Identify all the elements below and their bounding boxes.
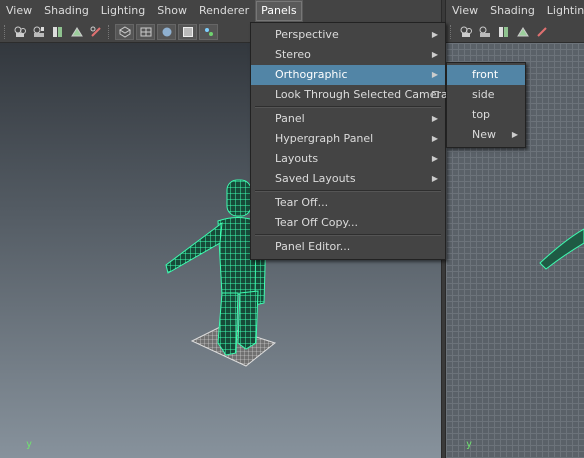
- menu-view[interactable]: View: [0, 0, 38, 22]
- submenu-arrow-icon: ▶: [431, 134, 438, 143]
- menu-item-tear-off[interactable]: Tear Off...: [251, 193, 445, 213]
- menu-item-look-through-selected-camera[interactable]: Look Through Selected Camera: [251, 85, 448, 105]
- menu-item-saved-layouts[interactable]: Saved Layouts ▶: [251, 169, 445, 189]
- menu-item-label: front: [472, 68, 499, 81]
- axis-y-label: y: [26, 439, 33, 450]
- menu-item-label: Orthographic: [275, 68, 348, 81]
- grease-pencil-icon[interactable]: [87, 24, 104, 40]
- menu-item-perspective[interactable]: Perspective ▶: [251, 25, 445, 45]
- menu-item-orthographic[interactable]: Orthographic ▶: [251, 65, 445, 85]
- menu-item-tear-off-copy[interactable]: Tear Off Copy...: [251, 213, 445, 233]
- submenu-arrow-icon: ▶: [511, 130, 518, 139]
- menu-separator: [255, 234, 441, 236]
- submenu-arrow-icon: ▶: [431, 174, 438, 183]
- menu-separator: [255, 106, 441, 108]
- menu-item-panel-editor[interactable]: Panel Editor...: [251, 237, 445, 257]
- submenu-item-new[interactable]: New ▶: [447, 125, 525, 145]
- menu-item-label: top: [472, 108, 491, 121]
- right-panel-menubar: View Shading Lighting: [446, 0, 584, 22]
- grid-toggle-icon[interactable]: [136, 24, 155, 40]
- select-camera-icon[interactable]: [11, 24, 28, 40]
- image-plane-icon[interactable]: [514, 24, 531, 40]
- menu-view[interactable]: View: [446, 0, 484, 22]
- grease-pencil-icon[interactable]: [533, 24, 550, 40]
- menu-item-label: Saved Layouts: [275, 172, 356, 185]
- panels-dropdown-menu: Perspective ▶ Stereo ▶ Orthographic ▶ Look …: [250, 22, 448, 260]
- smooth-shade-icon[interactable]: [157, 24, 176, 40]
- menu-item-panel[interactable]: Panel ▶: [251, 109, 445, 129]
- axis-y-label: y: [466, 439, 473, 450]
- menu-item-layouts[interactable]: Layouts ▶: [251, 149, 445, 169]
- menu-panels[interactable]: Panels: [255, 0, 303, 22]
- menu-item-label: Layouts: [275, 152, 319, 165]
- submenu-item-top[interactable]: top: [447, 105, 525, 125]
- lighting-icon[interactable]: [199, 24, 218, 40]
- menu-item-label: Panel: [275, 112, 305, 125]
- option-box-icon[interactable]: [432, 91, 439, 98]
- toolbar-grip: [4, 25, 7, 39]
- menu-item-label: side: [472, 88, 495, 101]
- menu-lighting[interactable]: Lighting: [95, 0, 151, 22]
- left-panel-menubar: View Shading Lighting Show Renderer Pane…: [0, 0, 441, 22]
- bookmarks-icon[interactable]: [49, 24, 66, 40]
- select-camera-icon[interactable]: [457, 24, 474, 40]
- submenu-arrow-icon: ▶: [431, 114, 438, 123]
- menu-separator: [255, 190, 441, 192]
- submenu-arrow-icon: ▶: [431, 50, 438, 59]
- submenu-arrow-icon: ▶: [431, 154, 438, 163]
- menu-item-hypergraph-panel[interactable]: Hypergraph Panel ▶: [251, 129, 445, 149]
- submenu-arrow-icon: ▶: [431, 30, 438, 39]
- toolbar-grip: [450, 25, 453, 39]
- menu-item-label: Look Through Selected Camera: [275, 88, 448, 101]
- menu-item-label: Perspective: [275, 28, 339, 41]
- menu-item-label: Tear Off Copy...: [275, 216, 358, 229]
- wireframe-toggle-icon[interactable]: [115, 24, 134, 40]
- camera-attributes-icon[interactable]: [30, 24, 47, 40]
- menu-show[interactable]: Show: [151, 0, 193, 22]
- menu-shading[interactable]: Shading: [484, 0, 541, 22]
- menu-item-label: Stereo: [275, 48, 311, 61]
- bookmarks-icon[interactable]: [495, 24, 512, 40]
- camera-attributes-icon[interactable]: [476, 24, 493, 40]
- menu-item-label: New: [472, 128, 496, 141]
- right-panel-toolbar: [446, 22, 584, 43]
- menu-lighting[interactable]: Lighting: [541, 0, 584, 22]
- toolbar-separator: [108, 25, 111, 39]
- submenu-arrow-icon: ▶: [431, 70, 438, 79]
- submenu-item-front[interactable]: front: [447, 65, 525, 85]
- image-plane-icon[interactable]: [68, 24, 85, 40]
- menu-item-label: Tear Off...: [275, 196, 329, 209]
- menu-renderer[interactable]: Renderer: [193, 0, 255, 22]
- menu-item-label: Panel Editor...: [275, 240, 351, 253]
- menu-shading[interactable]: Shading: [38, 0, 95, 22]
- menu-item-stereo[interactable]: Stereo ▶: [251, 45, 445, 65]
- submenu-item-side[interactable]: side: [447, 85, 525, 105]
- orthographic-submenu: front side top New ▶: [446, 62, 526, 148]
- textured-icon[interactable]: [178, 24, 197, 40]
- menu-item-label: Hypergraph Panel: [275, 132, 374, 145]
